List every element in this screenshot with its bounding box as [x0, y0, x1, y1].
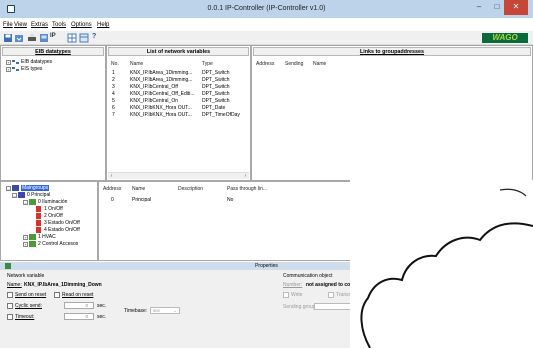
datatype-icon	[12, 67, 19, 71]
sending-group-label: Sending group:	[283, 304, 317, 310]
tree-item-eis-types[interactable]: EIS types	[21, 66, 42, 72]
group-address-icon	[36, 220, 41, 226]
expand-icon[interactable]: +	[6, 60, 11, 65]
col-address[interactable]: Address	[103, 186, 121, 192]
timeout-unit: sec.	[97, 314, 107, 320]
group-folder-icon	[18, 192, 25, 198]
help-icon[interactable]: ?	[92, 33, 102, 43]
tree-item-eib-datatypes[interactable]: EIB datatypes	[21, 59, 52, 65]
col-description[interactable]: Description	[178, 186, 203, 192]
eib-header: EIB datatypes	[2, 47, 104, 56]
cyclic-send-stepper[interactable]: 0	[64, 302, 94, 309]
horizontal-scrollbar[interactable]: ‹ ›	[108, 172, 249, 179]
col-pass-through[interactable]: Pass through lin...	[227, 186, 267, 192]
name-value: KNX_IP.lbArea_1Dimming_Down	[24, 282, 102, 288]
ip-button[interactable]: IP	[50, 33, 66, 43]
chevron-down-icon: ⌄	[173, 308, 177, 313]
col-sending[interactable]: Sending	[285, 61, 303, 67]
import-icon[interactable]	[14, 33, 24, 43]
group-folder-icon	[12, 185, 19, 191]
collapse-icon[interactable]: –	[6, 186, 11, 191]
expand-icon[interactable]: +	[6, 67, 11, 72]
send-on-reset-checkbox[interactable]	[7, 292, 13, 298]
number-label: Number:	[283, 282, 303, 288]
tree-item-principal[interactable]: 0 Principal	[27, 192, 50, 198]
transmit-checkbox[interactable]	[328, 292, 334, 298]
middle-group-icon	[29, 241, 36, 247]
timebase-select[interactable]: sec ⌄	[150, 307, 180, 314]
group-address-icon	[36, 213, 41, 219]
menu-help[interactable]: Help	[97, 22, 109, 28]
send-on-reset-label: Send on reset	[15, 292, 47, 298]
menu-bar: File View Extras Tools Options Help	[0, 20, 533, 31]
window-title: 0.0.1 IP-Controller (IP-Controller v1.0)	[207, 5, 326, 12]
timeout-label: Timeout:	[15, 314, 35, 320]
datatype-icon	[12, 60, 19, 64]
col-name[interactable]: Name	[130, 61, 143, 67]
write-checkbox[interactable]	[283, 292, 289, 298]
timeout-checkbox[interactable]	[7, 314, 13, 320]
read-on-reset-checkbox[interactable]	[54, 292, 60, 298]
tree-item-iluminacion[interactable]: 0 Iluminación	[38, 199, 67, 205]
menu-file[interactable]: File	[3, 22, 13, 28]
network-vars-header: List of network variables	[108, 47, 249, 56]
menu-tools[interactable]: Tools	[52, 22, 66, 28]
middle-group-icon	[29, 199, 36, 205]
network-variable-label: Network variable	[7, 273, 45, 279]
network-icon[interactable]	[39, 33, 49, 43]
tree-item-maingroups[interactable]: Maingroups	[21, 185, 50, 191]
timebase-label: Timebase:	[124, 308, 148, 314]
cyclic-unit: sec.	[97, 303, 107, 309]
save-icon[interactable]	[3, 33, 13, 43]
group-address-icon	[36, 227, 41, 233]
col-type[interactable]: Type	[202, 61, 213, 67]
tree-item-estado-3[interactable]: 3 Estado On/Off	[44, 220, 80, 226]
links-panel: Links to groupaddresses Address Sending …	[251, 45, 533, 181]
cloud-sketch-image	[350, 180, 533, 348]
wago-logo: WAGO	[482, 33, 528, 43]
col-name[interactable]: Name	[132, 186, 145, 192]
grid-icon[interactable]	[67, 33, 77, 43]
cloud-drawing	[360, 188, 533, 348]
maingroups-tree: – Maingroups – 0 Principal – 0 Iluminaci…	[0, 181, 98, 261]
write-label: Write	[291, 292, 303, 298]
group-address-icon	[36, 206, 41, 212]
expand-icon[interactable]: +	[23, 235, 28, 240]
menu-view[interactable]: View	[14, 22, 27, 28]
tree-item-on-off-1[interactable]: 1 On/Off	[44, 206, 63, 212]
table-icon[interactable]	[79, 33, 89, 43]
expand-icon[interactable]: +	[23, 242, 28, 247]
collapse-icon[interactable]: –	[12, 193, 17, 198]
collapse-icon[interactable]: –	[23, 200, 28, 205]
col-name[interactable]: Name	[313, 61, 326, 67]
cyclic-send-checkbox[interactable]	[7, 303, 13, 309]
read-on-reset-label: Read on reset	[62, 292, 94, 298]
menu-options[interactable]: Options	[71, 22, 92, 28]
tree-item-control-accesos[interactable]: 2 Control Accesos	[38, 241, 78, 247]
col-no[interactable]: No.	[111, 61, 119, 67]
sending-group-select[interactable]	[314, 303, 352, 310]
tree-item-estado-4[interactable]: 4 Estado On/Off	[44, 227, 80, 233]
name-label: Name:	[7, 282, 22, 288]
title-bar: 0.0.1 IP-Controller (IP-Controller v1.0)…	[0, 0, 533, 18]
close-button[interactable]: ✕	[504, 0, 528, 15]
menu-extras[interactable]: Extras	[31, 22, 48, 28]
print-icon[interactable]	[27, 33, 37, 43]
cyclic-send-label: Cyclic send:	[15, 303, 42, 309]
links-header: Links to groupaddresses	[253, 47, 531, 56]
tree-item-hvac[interactable]: 1 HVAC	[38, 234, 56, 240]
middle-group-icon	[29, 234, 36, 240]
network-variables-panel: List of network variables No. Name Type …	[106, 45, 251, 181]
col-address[interactable]: Address	[256, 61, 274, 67]
scroll-right-icon[interactable]: ›	[242, 173, 249, 180]
scroll-left-icon[interactable]: ‹	[108, 173, 115, 180]
eib-datatypes-panel: EIB datatypes + EIB datatypes + EIS type…	[0, 45, 106, 181]
comm-object-label: Communication object	[283, 273, 333, 279]
toolbar: IP ?	[0, 31, 533, 45]
minimize-button[interactable]: –	[470, 0, 488, 15]
tree-item-on-off-2[interactable]: 2 On/Off	[44, 213, 63, 219]
timeout-stepper[interactable]: 0	[64, 313, 94, 320]
